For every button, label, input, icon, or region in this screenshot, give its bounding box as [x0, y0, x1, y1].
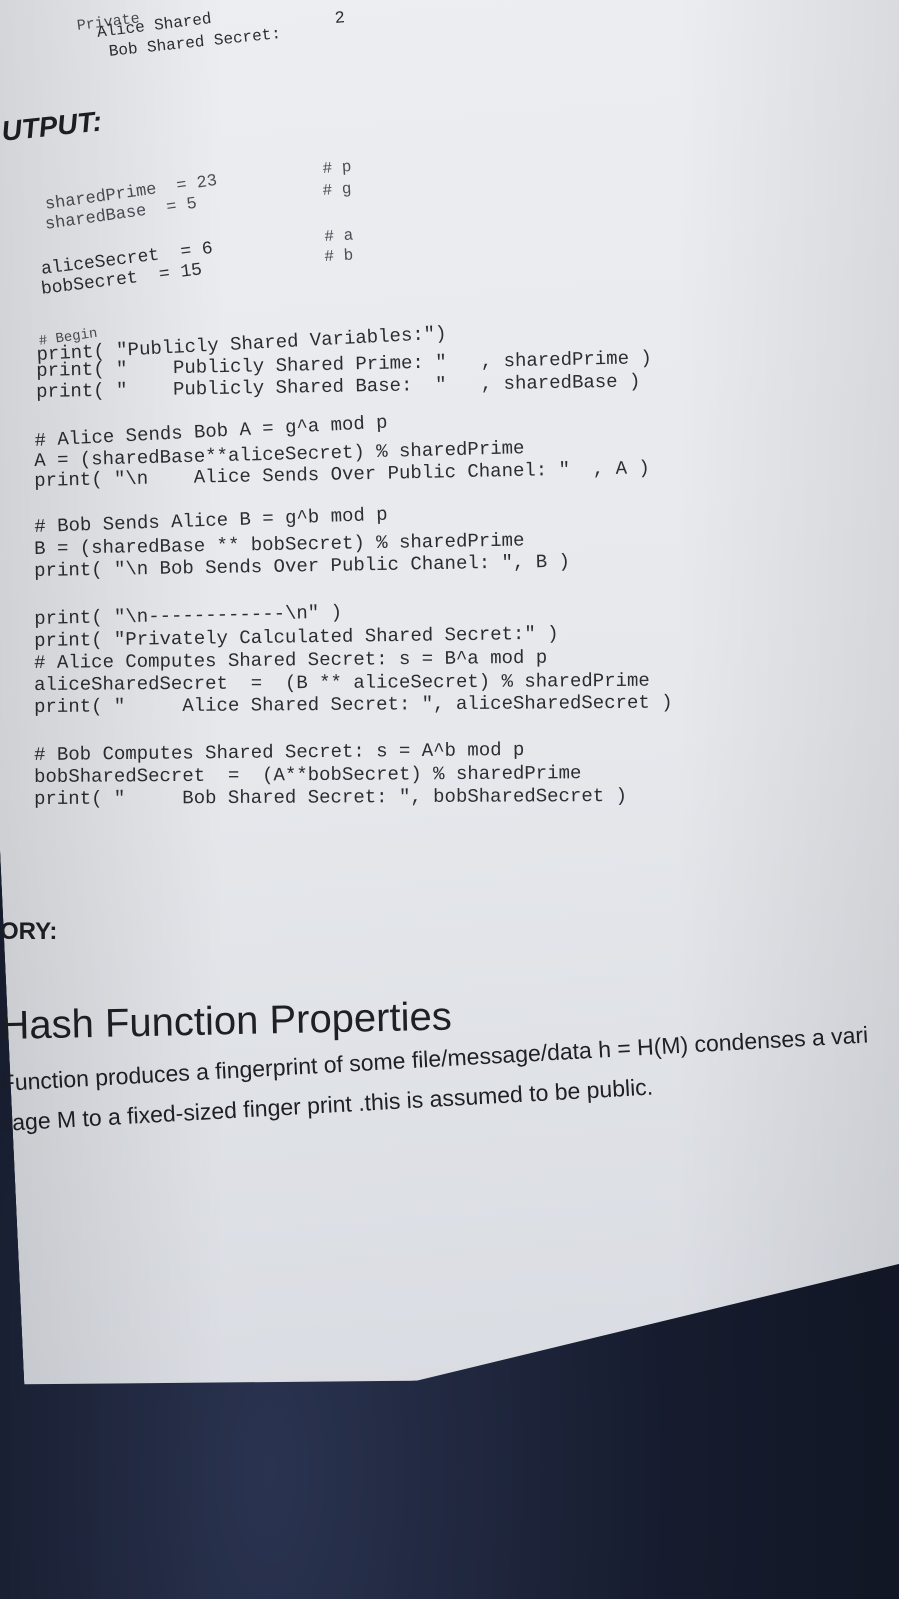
hash-title: Hash Function Properties	[0, 994, 453, 1048]
code-note-2: # g	[322, 179, 352, 200]
top-line-value: 2	[334, 9, 346, 29]
code-note-4: # b	[324, 246, 354, 266]
code-line-19: print( " Alice Shared Secret: ", aliceSh…	[34, 691, 673, 718]
code-line-21: bobSharedSecret = (A**bobSecret) % share…	[34, 762, 582, 788]
code-note-3: # a	[324, 226, 354, 246]
code-line-22: print( " Bob Shared Secret: ", bobShared…	[34, 784, 628, 810]
code-note-1: # p	[322, 157, 352, 178]
theory-heading: ORY:	[0, 918, 58, 945]
